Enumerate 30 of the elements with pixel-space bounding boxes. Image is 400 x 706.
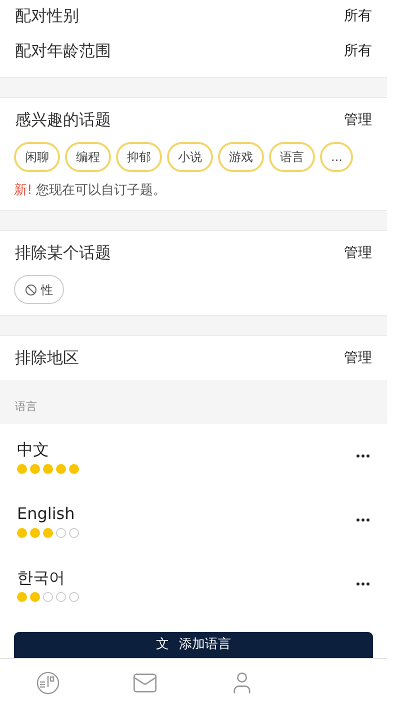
topic-tag[interactable]: 闲聊	[14, 142, 60, 172]
notice-text: 您现在可以自订子题。	[36, 182, 166, 200]
topic-tag[interactable]: 小说	[167, 142, 213, 172]
setting-value[interactable]: 所有	[344, 6, 372, 26]
language-name: English	[17, 503, 76, 525]
topic-tag[interactable]: 抑郁	[116, 142, 162, 172]
section-header: 语言	[15, 398, 37, 414]
setting-label: 配对年龄范围	[15, 40, 111, 62]
topic-tag[interactable]: 语言	[269, 142, 315, 172]
manage-link[interactable]: 管理	[344, 348, 372, 368]
more-icon[interactable]	[356, 582, 370, 586]
setting-label: 配对性别	[15, 5, 79, 27]
setting-value[interactable]: 所有	[344, 40, 372, 62]
excluded-tag[interactable]: 性	[14, 275, 64, 304]
block-icon	[25, 284, 37, 296]
manage-link[interactable]: 管理	[344, 242, 372, 264]
card-icon[interactable]	[36, 670, 60, 694]
topic-tag[interactable]: 编程	[65, 142, 111, 172]
add-language-button[interactable]: 文 添加语言	[14, 632, 373, 658]
new-label: 新!	[14, 182, 32, 200]
more-icon[interactable]	[356, 454, 370, 458]
section-title: 排除某个话题	[15, 242, 111, 264]
language-name: 한국어	[17, 567, 66, 589]
topic-tag[interactable]: 游戏	[218, 142, 264, 172]
manage-link[interactable]: 管理	[344, 110, 372, 130]
section-title: 排除地区	[15, 347, 79, 369]
topic-tag[interactable]: ...	[320, 142, 354, 172]
language-name: 中文	[17, 439, 50, 461]
section-title: 感兴趣的话题	[15, 109, 111, 131]
more-icon[interactable]	[356, 518, 370, 522]
